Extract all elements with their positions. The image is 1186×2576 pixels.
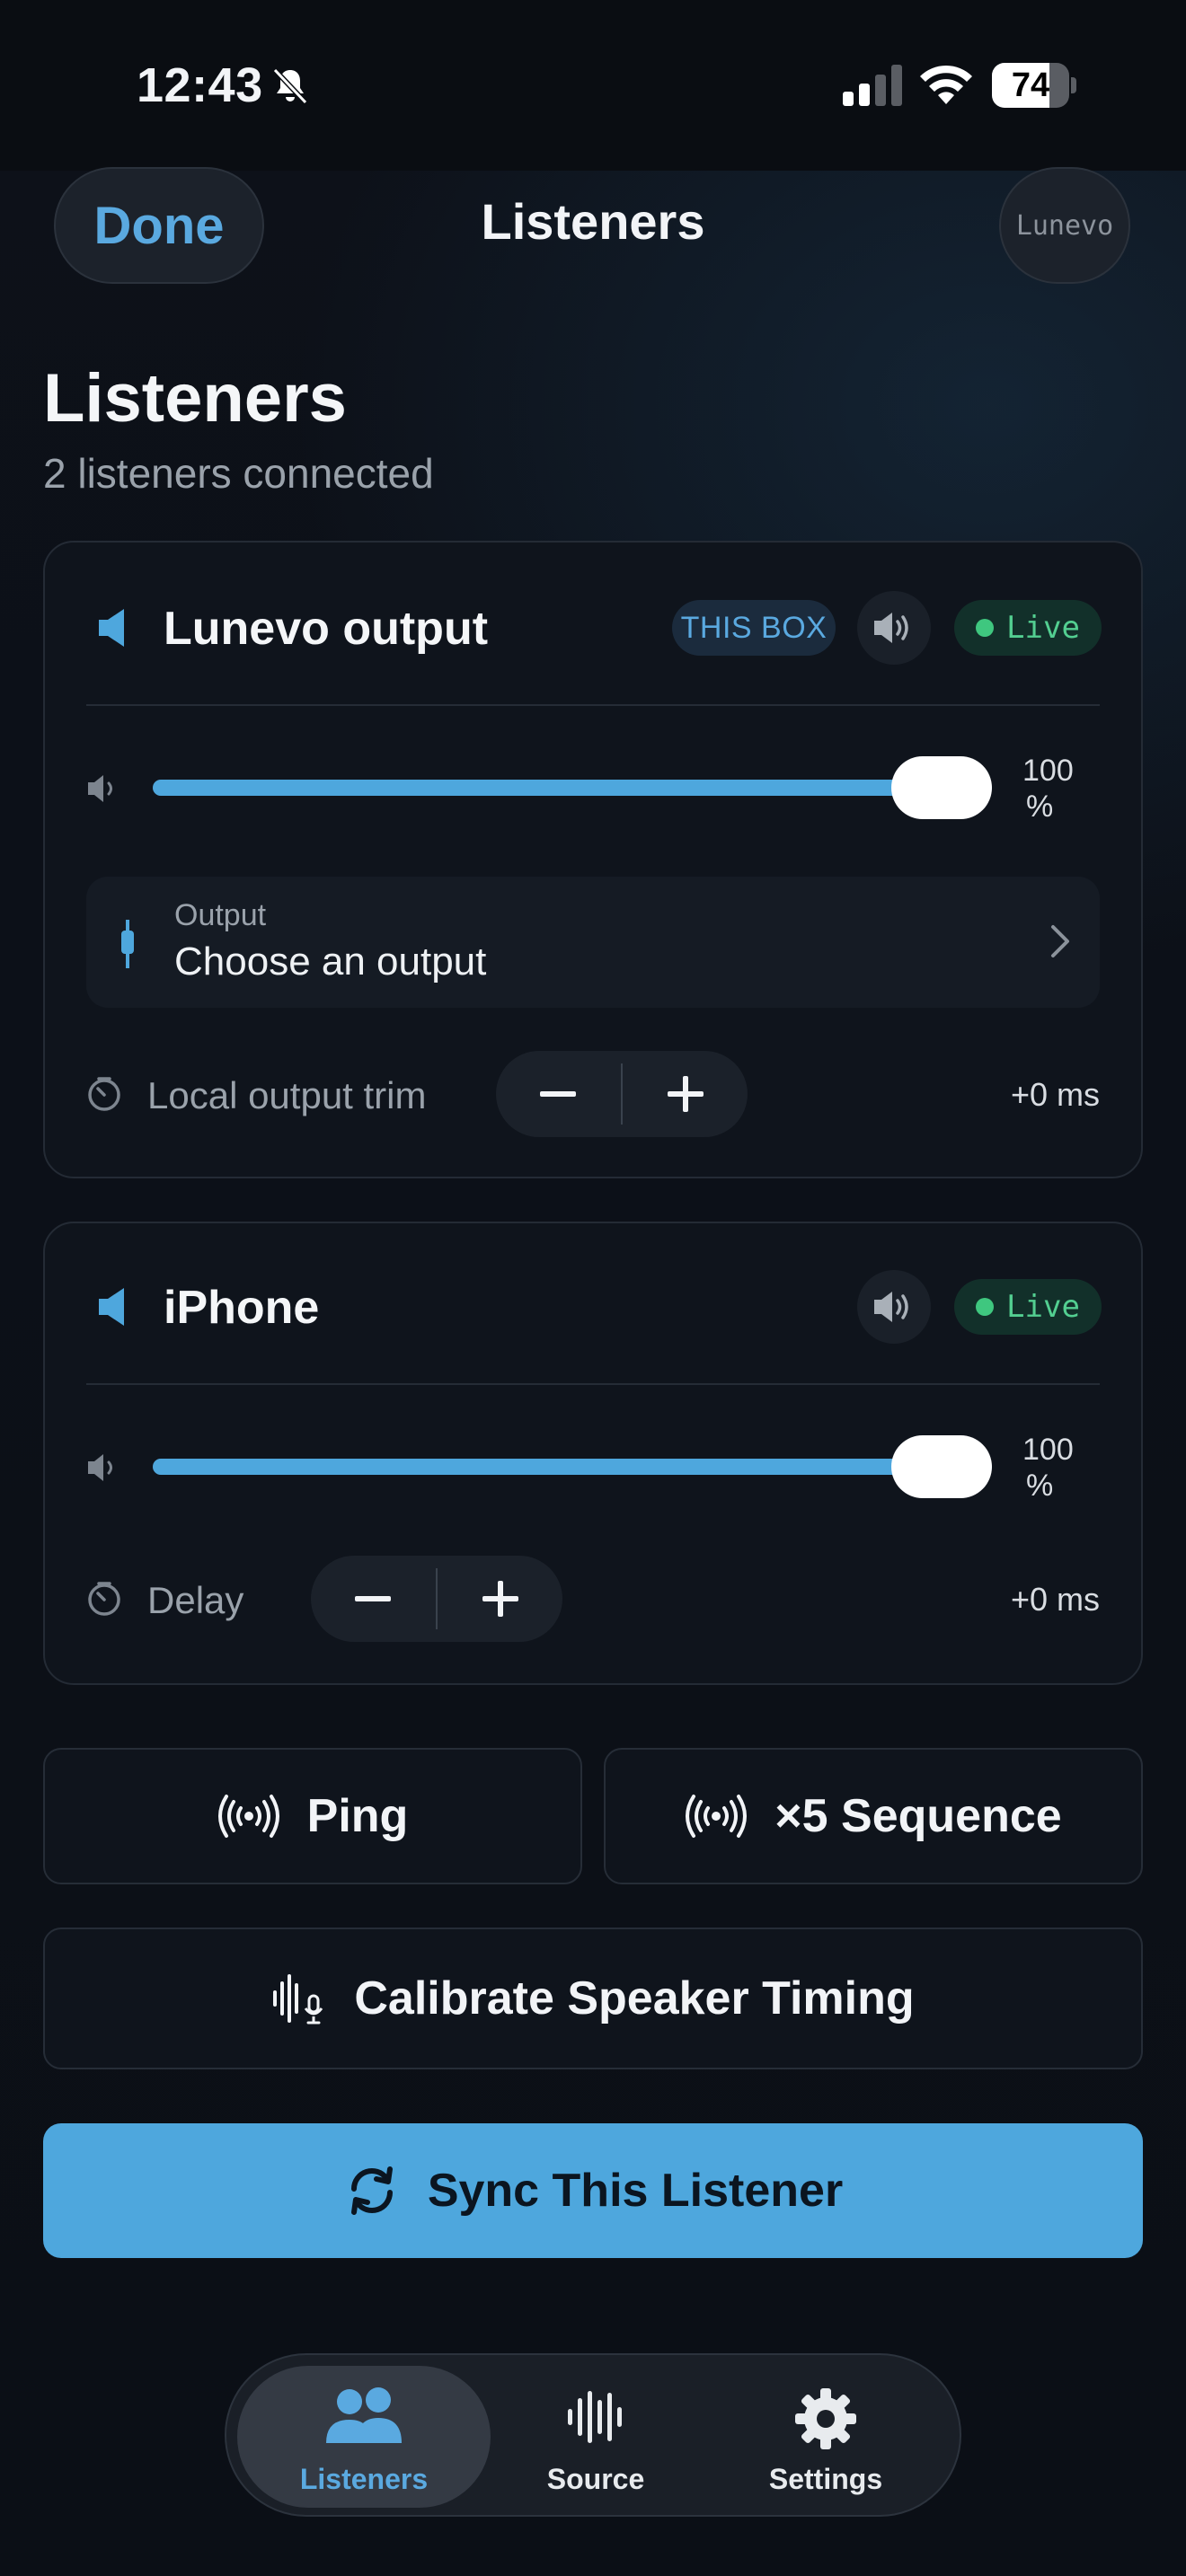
broadcast-icon [217,1795,279,1838]
speaker-icon [99,609,124,647]
volume-slider-row: 100 % [86,1432,1100,1504]
delay-value: +0 ms [1010,1581,1100,1618]
plus-icon [668,1076,704,1112]
volume-low-icon [88,775,112,802]
tab-listeners[interactable]: Listeners [237,2366,491,2508]
live-status-badge: Live [954,600,1102,656]
status-time: 12:43 [137,58,263,112]
increment-button[interactable] [438,1556,562,1642]
listener-card-iphone: iPhone Live 100 % Delay +0 ms [43,1222,1143,1685]
decrement-button[interactable] [311,1556,435,1642]
people-icon [326,2387,402,2443]
trim-row: Local output trim +0 ms [86,1051,1100,1137]
volume-percent: 100 % [1022,754,1074,824]
status-bar: 12:43 74 [0,0,1186,171]
increment-button[interactable] [624,1051,748,1137]
battery-indicator: 74 [992,63,1076,108]
trim-value: +0 ms [1010,1076,1100,1113]
tab-label: Listeners [299,2463,429,2495]
page-title: Listeners [43,360,347,437]
trim-stepper [496,1051,748,1137]
listener-name: Lunevo output [164,603,489,655]
brand-button[interactable]: Lunevo [999,167,1130,284]
volume-toggle-button[interactable] [857,591,931,665]
volume-slider-thumb[interactable] [891,756,992,819]
live-status-text: Live [1006,610,1080,646]
delay-stepper [311,1556,562,1642]
ping-button[interactable]: Ping [43,1748,582,1884]
live-status-badge: Live [954,1279,1102,1335]
timer-icon [88,1077,120,1111]
speaker-wave-icon [874,1292,908,1322]
delay-row: Delay +0 ms [86,1556,1100,1642]
plus-icon [482,1581,518,1617]
battery-percent: 74 [1011,66,1050,104]
live-status-text: Live [1006,1289,1080,1325]
speaker-wave-icon [874,613,908,643]
sync-button[interactable]: Sync This Listener [43,2123,1143,2258]
listener-name: iPhone [164,1282,320,1334]
tab-settings[interactable]: Settings [699,2366,952,2508]
wifi-icon [920,65,972,104]
calibrate-button[interactable]: Calibrate Speaker Timing [43,1928,1143,2069]
gear-icon [795,2388,856,2449]
tab-bar: Listeners Source Settings [225,2353,961,2517]
signal-icon [843,65,902,106]
chevron-right-icon [1051,925,1069,957]
volume-low-icon [88,1454,112,1481]
output-label: Output [174,898,267,932]
bell-slash-icon [272,67,308,105]
tab-label: Settings [768,2463,883,2495]
output-value: Choose an output [174,940,487,984]
speaker-icon [99,1288,124,1326]
listener-card-lunevo: Lunevo output THIS BOX Live 100 % Output… [43,541,1143,1178]
ping-label: Ping [306,1790,409,1842]
volume-slider-thumb[interactable] [891,1435,992,1498]
live-dot [976,1298,995,1316]
volume-slider[interactable] [153,780,992,796]
page-subtitle: 2 listeners connected [43,450,434,497]
broadcast-icon [686,1795,748,1838]
divider [86,704,1100,706]
waveform-mic-icon [273,1974,323,2025]
minus-icon [540,1091,576,1097]
minus-icon [355,1596,391,1601]
sequence-label: ×5 Sequence [774,1790,1062,1842]
delay-label: Delay [147,1579,244,1621]
this-box-badge: THIS BOX [672,600,836,656]
output-selector[interactable]: Output Choose an output [86,877,1100,1008]
sequence-button[interactable]: ×5 Sequence [604,1748,1143,1884]
volume-percent: 100 % [1022,1433,1074,1503]
live-dot [976,619,995,637]
app-root: 12:43 74 Done Listeners Lunevo Listeners… [0,0,1186,2576]
trim-label: Local output trim [147,1074,427,1116]
sync-label: Sync This Listener [427,2165,844,2217]
volume-slider-row: 100 % [86,753,1100,825]
divider [86,1383,1100,1385]
waveform-icon [568,2391,622,2443]
plug-icon [121,920,134,968]
calibrate-label: Calibrate Speaker Timing [354,1972,915,2025]
tab-source[interactable]: Source [469,2366,722,2508]
sync-icon [350,2166,393,2215]
volume-slider[interactable] [153,1459,992,1475]
volume-toggle-button[interactable] [857,1270,931,1344]
decrement-button[interactable] [496,1051,620,1137]
timer-icon [88,1582,120,1616]
tab-label: Source [546,2463,645,2495]
